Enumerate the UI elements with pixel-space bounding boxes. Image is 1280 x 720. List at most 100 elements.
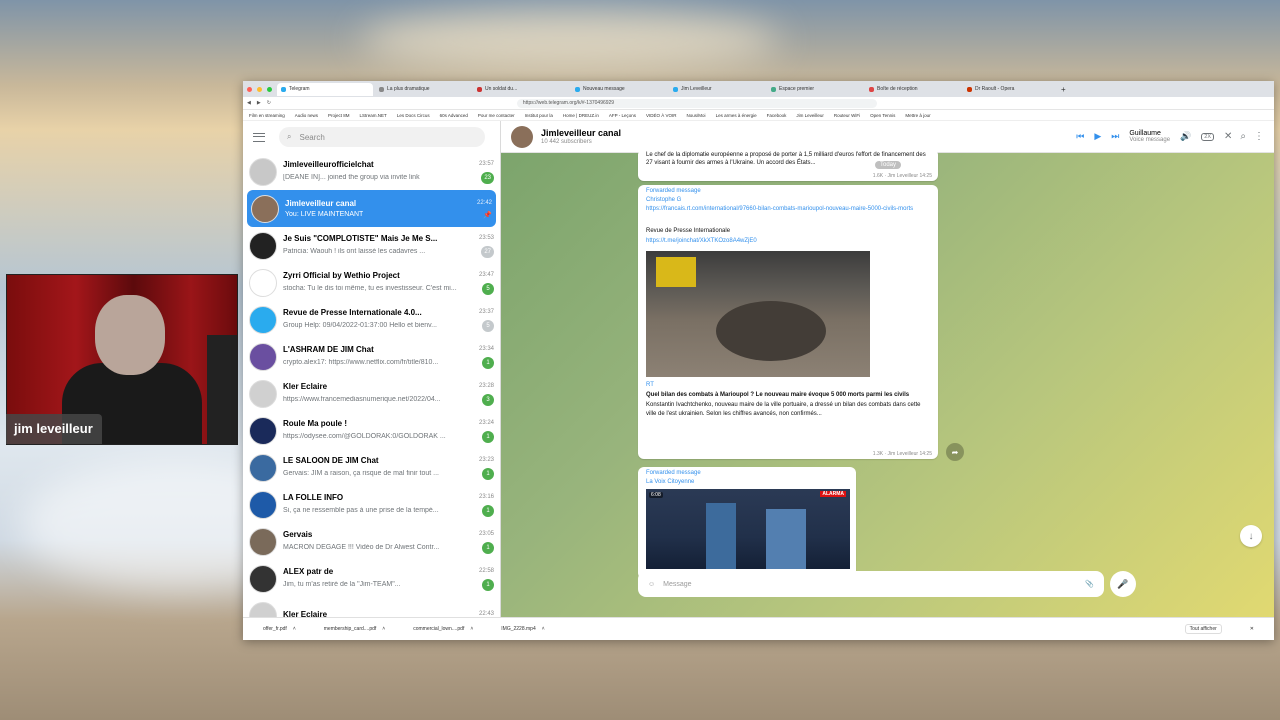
message-bubble[interactable]: Forwarded message La Voix Citoyenne 6:08…	[638, 467, 856, 579]
chat-list-item[interactable]: Zyrri Official by Wethio Project 23:47 sto…	[243, 264, 500, 301]
close-window-button[interactable]	[247, 86, 252, 92]
chevron-up-icon[interactable]: ˄	[542, 626, 545, 632]
link-preview-title[interactable]: Quel bilan des combats à Marioupol ? Le …	[638, 391, 938, 401]
chat-time: 23:28	[478, 383, 494, 389]
forward-icon[interactable]: ▶	[257, 100, 261, 106]
chat-list-item[interactable]: L'ASHRAM DE JIM Chat 23:34 crypto.alex17: …	[243, 338, 500, 375]
chat-list-item[interactable]: Kler Eclaire 22:43	[243, 597, 500, 617]
browser-tab[interactable]: Nouveau message	[571, 83, 667, 96]
bookmark-item[interactable]: LStream.NET	[360, 113, 387, 118]
message-video[interactable]: 6:08 ALARMA	[646, 489, 850, 569]
back-icon[interactable]: ◀	[247, 100, 251, 106]
playback-rate-button[interactable]: 2X	[1201, 132, 1214, 141]
search-icon[interactable]: ⌕	[1240, 131, 1246, 142]
forwarded-from[interactable]: Christophe G	[638, 194, 938, 203]
next-track-icon[interactable]: ⏭	[1111, 131, 1119, 142]
browser-tab[interactable]: Jim Leveilleur	[669, 83, 765, 96]
browser-tab[interactable]: La plus dramatique	[375, 83, 471, 96]
chat-list-item[interactable]: Jimleveilleur canal 22:42 You: LIVE MAINTE…	[247, 190, 496, 227]
chat-list-item[interactable]: Revue de Presse Internationale 4.0... 23:…	[243, 301, 500, 338]
search-icon: ⌕	[287, 132, 292, 141]
chat-name: Revue de Presse Internationale 4.0...	[283, 307, 422, 317]
unread-badge: 3	[482, 393, 494, 406]
browser-tab[interactable]: Telegram	[277, 82, 373, 96]
chat-list-item[interactable]: LA FOLLE INFO 23:16 Si, ça ne ressemble pa…	[243, 486, 500, 523]
previous-track-icon[interactable]: ⏮	[1076, 131, 1084, 142]
bookmark-item[interactable]: Open Tennis	[870, 113, 895, 118]
chevron-up-icon[interactable]: ˄	[293, 626, 296, 632]
bookmark-item[interactable]: Audio news	[295, 113, 318, 118]
bookmark-item[interactable]: Jim Leveilleur	[796, 113, 824, 118]
forwarded-from[interactable]: La Voix Citoyenne	[638, 476, 856, 485]
attach-icon[interactable]: 📎	[1085, 580, 1094, 588]
message-bubble[interactable]: Forwarded message Christophe G https://f…	[638, 185, 938, 459]
show-all-downloads-button[interactable]: Tout afficher	[1184, 624, 1222, 634]
emoji-icon[interactable]: ☺	[648, 581, 655, 588]
download-item[interactable]: offer_fr.pdf ˄	[263, 626, 296, 632]
bookmark-item[interactable]: VIDÉO À VOIR	[646, 113, 677, 118]
chat-name: Jimleveilleurofficielchat	[283, 159, 374, 169]
chat-list-item[interactable]: Kler Eclaire 23:28 https://www.francemedia…	[243, 375, 500, 412]
message-composer[interactable]: ☺ Message 📎	[638, 571, 1104, 597]
chevron-up-icon[interactable]: ˄	[382, 626, 385, 632]
microphone-button[interactable]: 🎤	[1110, 571, 1136, 597]
download-item[interactable]: IMG_2228.mp4 ˄	[501, 626, 544, 632]
bookmark-item[interactable]: Facebook	[767, 113, 787, 118]
menu-icon[interactable]	[253, 132, 265, 142]
bookmark-item[interactable]: 60s Advanced	[440, 113, 468, 118]
close-player-icon[interactable]: ✕	[1224, 131, 1232, 142]
bookmark-item[interactable]: Home | DREUZ.in	[563, 113, 599, 118]
message-photo[interactable]	[646, 251, 870, 378]
volume-icon[interactable]: 🔊	[1180, 131, 1191, 142]
player-subtitle: Voice message	[1129, 137, 1171, 143]
chat-list-item[interactable]: Je Suis "COMPLOTISTE" Mais Je Me S... 23:…	[243, 227, 500, 264]
gmail-icon	[869, 86, 874, 92]
browser-tab[interactable]: Dr Raoult - Opera	[963, 83, 1059, 96]
download-item[interactable]: commercial_lown....pdf ˄	[413, 626, 473, 632]
new-tab-icon[interactable]: +	[1061, 85, 1066, 94]
bookmark-item[interactable]: Mettre à jour	[905, 113, 930, 118]
chat-time: 23:16	[478, 494, 494, 500]
bookmark-item[interactable]: Project 8M	[328, 113, 350, 118]
url-field[interactable]: https://web.telegram.org/k/#-1370496929	[516, 98, 877, 108]
chat-list-item[interactable]: Roule Ma poule ! 23:24 https://odysee.com/…	[243, 412, 500, 449]
channel-title[interactable]: Jimleveilleur canal	[541, 128, 621, 138]
unread-badge: 1	[482, 356, 494, 369]
bookmark-item[interactable]: Routeur WiFi	[834, 113, 860, 118]
channel-avatar[interactable]	[511, 125, 533, 148]
chat-name: Zyrri Official by Wethio Project	[283, 270, 400, 280]
bookmark-item[interactable]: AFP - Leçons	[609, 113, 636, 118]
bookmark-item[interactable]: Pour me contacter	[478, 113, 515, 118]
more-options-icon[interactable]: ⋮	[1254, 131, 1264, 142]
search-input[interactable]: ⌕ Search	[279, 127, 485, 147]
bookmarks-bar: Film en streaming Audio news Project 8M LSt…	[243, 110, 1274, 121]
chat-list-item[interactable]: ALEX patr de 22:58 Jim, tu m'as retiré de …	[243, 560, 500, 597]
bookmark-item[interactable]: Nous/Moi	[687, 113, 706, 118]
download-item[interactable]: membership_card....pdf ˄	[324, 626, 385, 632]
minimize-window-button[interactable]	[257, 86, 262, 92]
chat-list-item[interactable]: Jimleveilleurofficielchat 23:57 [DEANE IN]…	[243, 153, 500, 190]
maximize-window-button[interactable]	[267, 86, 272, 92]
bookmark-item[interactable]: Institut pour la	[525, 113, 553, 118]
browser-tab[interactable]: Boîte de réception	[865, 83, 961, 96]
browser-tab[interactable]: Un soldat du...	[473, 83, 569, 96]
bookmark-item[interactable]: Les Docs Circus	[397, 113, 430, 118]
chat-list-item[interactable]: Gervais 23:05 MACRON DÉGAGE !!! Vidéo de D…	[243, 523, 500, 560]
chat-list-item[interactable]: LE SALOON DE JIM Chat 23:23 Gervais: JIM a…	[243, 449, 500, 486]
message-link[interactable]: https://francais.rt.com/international/97…	[646, 206, 913, 212]
browser-tab[interactable]: Espace premier	[767, 83, 863, 96]
bookmark-item[interactable]: Les armes à énergie	[716, 113, 757, 118]
close-downloads-icon[interactable]: ✕	[1250, 626, 1254, 632]
chevron-up-icon[interactable]: ˄	[470, 626, 473, 632]
reload-icon[interactable]: ↻	[267, 100, 271, 106]
message-link[interactable]: https://t.me/joinchat/XkXTKOzo8A4wZjE0	[646, 238, 757, 244]
play-icon[interactable]: ▶	[1094, 131, 1101, 142]
message-input[interactable]: Message	[663, 581, 1077, 588]
chat-avatar	[249, 342, 277, 371]
chat-time: 23:37	[478, 309, 494, 315]
bookmark-item[interactable]: Film en streaming	[249, 113, 285, 118]
share-icon[interactable]: ➦	[946, 443, 964, 461]
page-icon	[673, 86, 678, 92]
scroll-down-button[interactable]: ↓	[1240, 525, 1262, 547]
link-preview-text: Konstantin Ivachtchenko, nouveau maire d…	[646, 402, 921, 417]
